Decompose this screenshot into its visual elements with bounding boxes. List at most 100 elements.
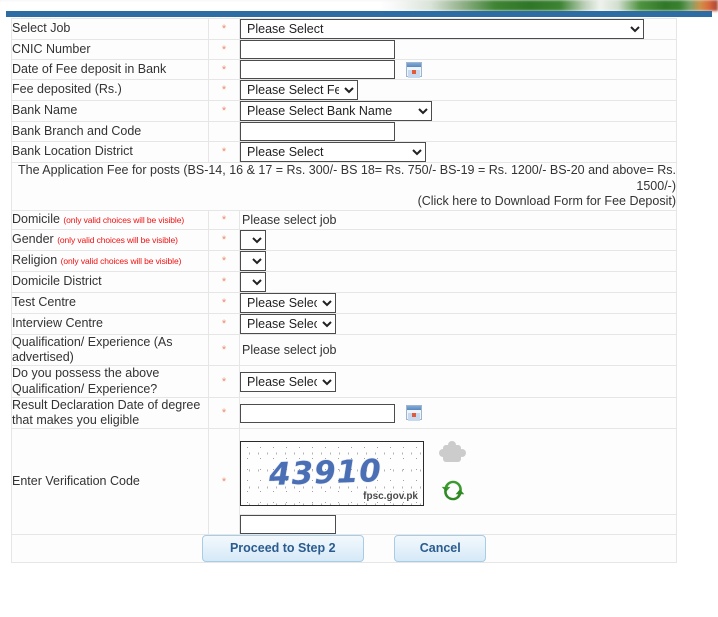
label-cnic-number: CNIC Number — [11, 39, 209, 60]
field-captcha-image: 43910 fpsc.gov.pk — [239, 428, 677, 516]
table-row: Result Declaration Date of degree that m… — [11, 396, 677, 430]
required-marker: * — [208, 141, 240, 163]
field-interview-centre: Please Select — [239, 312, 677, 335]
label-select-job: Select Job — [11, 18, 209, 40]
gender-dropdown[interactable] — [240, 229, 266, 250]
table-row: Interview Centre * Please Select — [11, 312, 677, 335]
table-row: Proceed to Step 2 Cancel — [11, 534, 677, 564]
table-row: Bank Location District * Please Select — [11, 141, 677, 163]
field-bank-location-district: Please Select — [239, 141, 677, 163]
field-qualification-experience: Please select job — [239, 333, 677, 367]
required-marker: * — [208, 312, 240, 335]
required-marker: * — [208, 39, 240, 60]
field-select-job: Please Select — [239, 18, 677, 40]
required-marker: * — [208, 209, 240, 230]
label-fee-deposited: Fee deposited (Rs.) — [11, 79, 209, 101]
calendar-icon[interactable] — [406, 61, 423, 77]
captcha-icon-group — [439, 441, 467, 503]
label-religion: Religion (only valid choices will be vis… — [11, 249, 209, 272]
table-row: Select Job * Please Select — [11, 18, 677, 40]
fee-deposited-dropdown[interactable]: Please Select Fee — [240, 80, 358, 100]
label-verification-code: Enter Verification Code — [11, 428, 209, 536]
label-bank-name: Bank Name — [11, 100, 209, 122]
required-marker: * — [208, 291, 240, 314]
captcha-watermark: fpsc.gov.pk — [363, 491, 418, 503]
refresh-captcha-icon[interactable] — [440, 477, 466, 503]
label-religion-text: Religion — [12, 253, 58, 268]
table-row: Domicile District * — [11, 270, 677, 293]
captcha-code-text: 43910 — [268, 453, 383, 494]
table-row: The Application Fee for posts (BS-14, 16… — [11, 162, 677, 211]
label-qualification-experience: Qualification/ Experience (As advertised… — [11, 333, 209, 367]
required-marker: * — [208, 59, 240, 80]
label-bank-location-district: Bank Location District — [11, 141, 209, 163]
required-marker: * — [208, 18, 240, 40]
cancel-button[interactable]: Cancel — [394, 535, 487, 563]
required-marker: * — [208, 270, 240, 293]
fee-info-line-1: The Application Fee for posts (BS-14, 16… — [17, 163, 676, 193]
puzzle-icon[interactable] — [439, 441, 467, 465]
interview-centre-dropdown[interactable]: Please Select — [240, 313, 336, 334]
required-marker: * — [208, 79, 240, 101]
table-row: Do you possess the above Qualification/ … — [11, 365, 677, 398]
table-row: Date of Fee deposit in Bank * — [11, 59, 677, 80]
required-marker: * — [208, 100, 240, 122]
required-marker: * — [208, 396, 240, 430]
field-gender — [239, 228, 677, 251]
required-marker-empty — [208, 121, 240, 142]
calendar-icon[interactable] — [406, 405, 423, 421]
label-result-declaration-date: Result Declaration Date of degree that m… — [11, 396, 209, 430]
cnic-number-input[interactable] — [240, 40, 395, 59]
result-declaration-date-input[interactable] — [240, 403, 395, 423]
bank-name-dropdown[interactable]: Please Select Bank Name — [240, 101, 432, 121]
proceed-to-step-2-button[interactable]: Proceed to Step 2 — [201, 535, 364, 563]
field-bank-branch-code — [239, 121, 677, 142]
bank-location-district-dropdown[interactable]: Please Select — [240, 142, 426, 162]
table-row: Bank Name * Please Select Bank Name — [11, 100, 677, 122]
table-row: Enter Verification Code * 43910 fpsc.gov… — [11, 428, 677, 536]
field-test-centre: Please Select — [239, 291, 677, 314]
form-table: Select Job * Please Select CNIC Number *… — [11, 18, 677, 564]
table-row: CNIC Number * — [11, 39, 677, 60]
banner-logo-strip — [0, 0, 718, 11]
label-possess-qualification: Do you possess the above Qualification/ … — [11, 365, 209, 398]
label-religion-note: (only valid choices will be visible) — [60, 256, 182, 267]
label-bank-branch-code: Bank Branch and Code — [11, 121, 209, 142]
table-row: Qualification/ Experience (As advertised… — [11, 333, 677, 367]
required-marker: * — [208, 428, 240, 536]
table-row: Test Centre * Please Select — [11, 291, 677, 314]
table-row: Domicile (only valid choices will be vis… — [11, 209, 677, 230]
field-result-declaration-date — [239, 396, 677, 430]
religion-dropdown[interactable] — [240, 250, 266, 271]
label-domicile-note: (only valid choices will be visible) — [63, 215, 185, 226]
captcha-image: 43910 fpsc.gov.pk — [240, 441, 424, 507]
domicile-value: Please select job — [242, 212, 337, 227]
domicile-district-dropdown[interactable] — [240, 271, 266, 292]
required-marker: * — [208, 228, 240, 251]
label-domicile-text: Domicile — [12, 212, 60, 227]
field-religion — [239, 249, 677, 272]
table-row: Gender (only valid choices will be visib… — [11, 228, 677, 251]
field-bank-name: Please Select Bank Name — [239, 100, 677, 122]
banner-accent-bar — [6, 11, 712, 17]
qualification-experience-value: Please select job — [242, 343, 337, 358]
required-marker: * — [208, 249, 240, 272]
label-test-centre: Test Centre — [11, 291, 209, 314]
bank-branch-code-input[interactable] — [240, 122, 395, 141]
label-interview-centre: Interview Centre — [11, 312, 209, 335]
select-job-dropdown[interactable]: Please Select — [240, 19, 644, 39]
possess-qualification-dropdown[interactable]: Please Select — [240, 371, 336, 392]
field-domicile: Please select job — [239, 209, 677, 230]
fee-deposit-form-download-link[interactable]: (Click here to Download Form for Fee Dep… — [418, 194, 676, 208]
field-captcha-input — [239, 514, 677, 536]
label-gender-text: Gender — [12, 232, 54, 247]
test-centre-dropdown[interactable]: Please Select — [240, 292, 336, 313]
table-row: Fee deposited (Rs.) * Please Select Fee — [11, 79, 677, 101]
form-action-bar: Proceed to Step 2 Cancel — [11, 534, 677, 564]
table-row: Religion (only valid choices will be vis… — [11, 249, 677, 272]
application-form: Select Job * Please Select CNIC Number *… — [11, 18, 677, 564]
verification-code-input[interactable] — [240, 515, 336, 535]
label-gender-note: (only valid choices will be visible) — [57, 235, 178, 246]
fee-deposit-date-input[interactable] — [240, 60, 395, 79]
fee-info-note: The Application Fee for posts (BS-14, 16… — [11, 162, 677, 211]
